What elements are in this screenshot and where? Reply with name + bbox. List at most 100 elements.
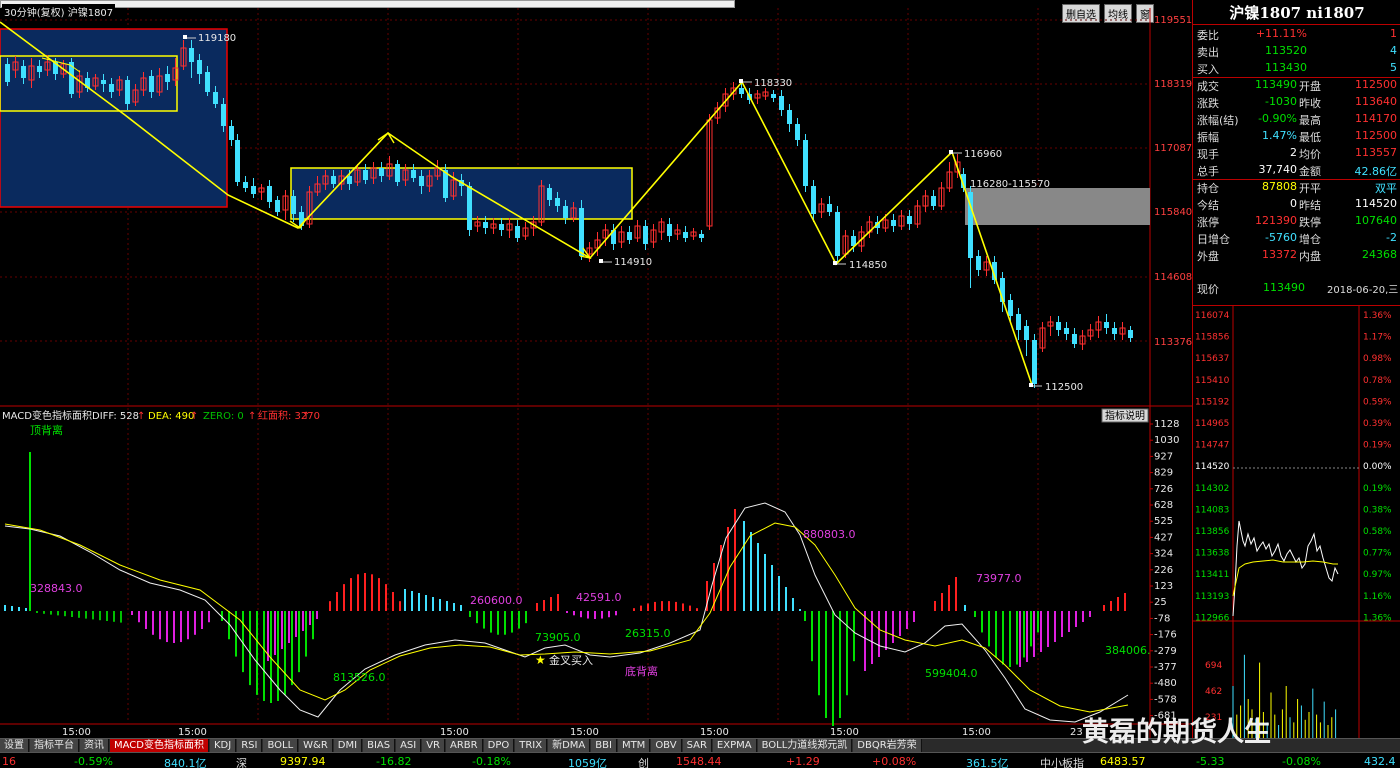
- quote-row: 日增仓 -5760 增仓 -2: [1193, 230, 1400, 247]
- mini-price-tick: 114302: [1195, 484, 1229, 494]
- mini-pct-tick: 1.36%: [1363, 311, 1392, 321]
- status-value: -0.18%: [472, 755, 511, 768]
- main-chart-area[interactable]: 119551 118319 117087 115840 114608 11337…: [0, 0, 1192, 738]
- area-label: 73905.0: [535, 631, 581, 644]
- quote-label: 总手: [1197, 165, 1219, 178]
- quote-label: 跌停: [1299, 216, 1321, 229]
- macd-tick: 25: [1154, 597, 1167, 608]
- up-arrow-icon: ↑: [302, 411, 310, 422]
- status-value: 840.1亿: [164, 757, 207, 768]
- quote-panel: 沪镍1807 ni1807 委比 +11.11% 1 卖出 113520 4 买入 11343…: [1192, 0, 1400, 738]
- tab-indicator[interactable]: BOLL力道线郑元凯: [757, 739, 853, 752]
- tab-indicator[interactable]: EXPMA: [712, 739, 757, 752]
- time-tick: 15:00: [830, 727, 859, 738]
- mini-price-tick: 113638: [1195, 549, 1230, 559]
- macd-tick: 927: [1154, 451, 1173, 462]
- macd-diff: DIFF: 528: [92, 411, 139, 422]
- mini-price-tick: 114520: [1195, 462, 1230, 472]
- macd-tick: 726: [1154, 484, 1173, 495]
- quote-label: 委比: [1197, 29, 1219, 42]
- tab-indicator[interactable]: VR: [422, 739, 446, 752]
- macd-tick: 427: [1154, 532, 1173, 543]
- indicator-explain-label[interactable]: 指标说明: [1105, 409, 1145, 422]
- macd-tick: -176: [1154, 630, 1177, 641]
- tab-indicator[interactable]: BBI: [591, 739, 617, 752]
- status-value: -0.59%: [74, 755, 113, 768]
- price-tick: 113376: [1154, 337, 1192, 348]
- mini-price-tick: 116074: [1195, 311, 1230, 321]
- status-value: 432.4亿: [1364, 755, 1396, 768]
- mini-pct-tick: 0.78%: [1363, 376, 1392, 386]
- quote-label: 今结: [1197, 199, 1219, 212]
- quote-label: 涨跌: [1197, 97, 1219, 110]
- tab-indicator[interactable]: ASI: [396, 739, 422, 752]
- macd-dea: DEA: 490: [148, 411, 194, 422]
- quote-row: 涨停 121390 跌停 107640: [1193, 213, 1400, 230]
- quote-label: 持仓: [1197, 182, 1219, 195]
- tab-indicator[interactable]: 指标平台: [30, 739, 79, 752]
- macd-labels: 328843.0 813526.0 260600.0 42591.0 73905…: [30, 528, 1151, 684]
- panel-title: 沪镍1807 ni1807: [1229, 4, 1365, 22]
- mini-pct-tick: 0.97%: [1363, 570, 1392, 580]
- quote-value: 114170: [1355, 112, 1397, 125]
- tab-indicator[interactable]: BIAS: [363, 739, 396, 752]
- quote-value: 2: [1290, 146, 1297, 159]
- macd-tick: 525: [1154, 516, 1173, 527]
- tab-indicator[interactable]: 资讯: [80, 739, 109, 752]
- status-value: 6483.57: [1100, 755, 1146, 768]
- macd-tick: 1128: [1154, 419, 1179, 430]
- mini-pct-tick: 0.19%: [1363, 484, 1392, 494]
- quote-value: +11.11%: [1255, 27, 1307, 40]
- tab-indicator[interactable]: KDJ: [209, 739, 237, 752]
- quote-label: 开盘: [1299, 80, 1321, 93]
- status-value: +1.29: [786, 755, 820, 768]
- status-value: -0.08%: [1282, 755, 1321, 768]
- area-label: 599404.0: [925, 667, 978, 680]
- quote-row: 卖出 113520 4: [1193, 43, 1400, 60]
- price-tick: 114608: [1154, 272, 1192, 283]
- mini-price-tick: 115410: [1195, 376, 1230, 386]
- tab-indicator[interactable]: 新DMA: [548, 739, 591, 752]
- quote-row: 今结 0 昨结 114520: [1193, 196, 1400, 213]
- mini-price-tick: 113193: [1195, 592, 1229, 602]
- mini-pct-tick: 0.00%: [1363, 462, 1392, 472]
- tab-indicator[interactable]: BOLL: [263, 739, 299, 752]
- status-value: 1548.44: [676, 755, 722, 768]
- quote-label: 金额: [1299, 165, 1321, 178]
- status-label: 创: [638, 757, 649, 768]
- high-label: 119180: [198, 33, 236, 44]
- macd-histogram: [4, 452, 1126, 726]
- area-label: 26315.0: [625, 627, 671, 640]
- tab-indicator[interactable]: RSI: [237, 739, 263, 752]
- tab-indicator[interactable]: ARBR: [446, 739, 483, 752]
- tab-indicator[interactable]: DBQR岩芳荣: [853, 739, 922, 752]
- tab-indicator[interactable]: OBV: [651, 739, 682, 752]
- tab-indicator[interactable]: SAR: [682, 739, 712, 752]
- mini-pct-tick: 1.36%: [1363, 613, 1392, 623]
- quote-label: 买入: [1197, 63, 1219, 76]
- macd-tick: 324: [1154, 549, 1173, 560]
- time-tick: 15:00: [62, 727, 91, 738]
- area-label: 328843.0: [30, 582, 83, 595]
- tab-indicator[interactable]: MTM: [617, 739, 651, 752]
- time-tick: 15:00: [962, 727, 991, 738]
- tab-indicator[interactable]: TRIX: [515, 739, 548, 752]
- macd-zero: ZERO: 0: [203, 411, 244, 422]
- quote-label: 卖出: [1197, 46, 1219, 59]
- quote-row: 总手 37,740 金额 42.86亿: [1193, 162, 1400, 179]
- area-label: 384006.: [1105, 644, 1151, 657]
- quote-value: 107640: [1355, 214, 1397, 227]
- mini-intraday-chart[interactable]: 116074 1.36% 115856 1.17% 115637 0.98% 115410 0…: [1193, 306, 1400, 738]
- tab-indicator[interactable]: DPO: [483, 739, 515, 752]
- status-label: 中小板指: [1040, 757, 1084, 768]
- mini-pct-tick: 0.58%: [1363, 527, 1392, 537]
- tab-indicator[interactable]: MACD变色指标面积: [110, 739, 209, 752]
- quote-row: 持仓 87808 开平 双平: [1193, 179, 1400, 196]
- quote-value: 24368: [1362, 248, 1397, 261]
- macd-tick: -578: [1154, 694, 1177, 705]
- tab-indicator[interactable]: 设置: [0, 739, 29, 752]
- quote-value: 121390: [1255, 214, 1297, 227]
- tab-indicator[interactable]: W&R: [299, 739, 333, 752]
- tab-indicator[interactable]: DMI: [333, 739, 363, 752]
- mini-pct-tick: 0.59%: [1363, 397, 1392, 407]
